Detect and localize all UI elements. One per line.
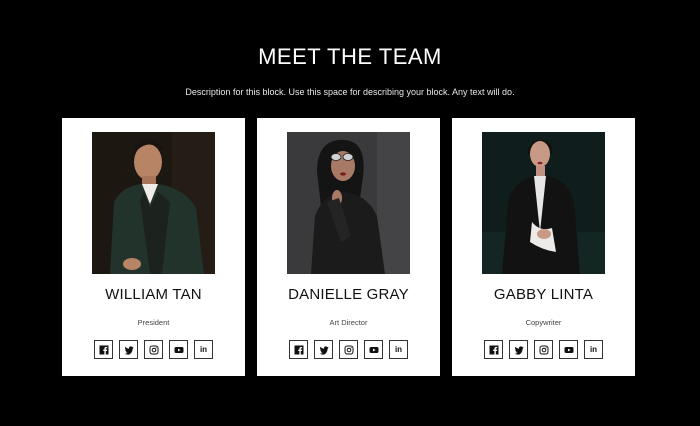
team-card-william: WILLIAM TAN President in (62, 118, 245, 376)
facebook-link[interactable] (289, 340, 308, 359)
member-photo (287, 132, 410, 274)
instagram-link[interactable] (339, 340, 358, 359)
instagram-icon (344, 345, 353, 354)
linkedin-icon: in (394, 344, 403, 354)
linkedin-link[interactable]: in (389, 340, 408, 359)
instagram-link[interactable] (534, 340, 553, 359)
member-name: WILLIAM TAN (105, 286, 202, 303)
facebook-icon (489, 345, 498, 355)
social-links: in (452, 340, 635, 359)
facebook-icon (294, 345, 303, 355)
twitter-link[interactable] (119, 340, 138, 359)
team-card-danielle: DANIELLE GRAY Art Director in (257, 118, 440, 376)
member-photo (482, 132, 605, 274)
member-photo (92, 132, 215, 274)
linkedin-icon: in (589, 344, 598, 354)
member-role: Art Director (329, 318, 368, 327)
team-section: MEET THE TEAM Description for this block… (0, 0, 700, 426)
twitter-link[interactable] (509, 340, 528, 359)
section-description: Description for this block. Use this spa… (185, 87, 515, 97)
facebook-link[interactable] (94, 340, 113, 359)
youtube-link[interactable] (169, 340, 188, 359)
twitter-icon (319, 345, 329, 355)
instagram-icon (539, 345, 548, 354)
instagram-icon (149, 345, 158, 354)
social-links: in (62, 340, 245, 359)
member-role: President (137, 318, 170, 327)
team-card-gabby: GABBY LINTA Copywriter in (452, 118, 635, 376)
youtube-icon (174, 346, 183, 353)
youtube-icon (369, 346, 378, 353)
team-cards: WILLIAM TAN President in DANIELLE GRAY A… (62, 118, 635, 376)
twitter-icon (514, 345, 524, 355)
facebook-icon (99, 345, 108, 355)
youtube-link[interactable] (559, 340, 578, 359)
member-role: Copywriter (525, 318, 562, 327)
member-name: GABBY LINTA (493, 286, 594, 303)
youtube-link[interactable] (364, 340, 383, 359)
linkedin-link[interactable]: in (194, 340, 213, 359)
twitter-icon (124, 345, 134, 355)
youtube-icon (564, 346, 573, 353)
twitter-link[interactable] (314, 340, 333, 359)
section-title: MEET THE TEAM (258, 44, 442, 69)
linkedin-link[interactable]: in (584, 340, 603, 359)
linkedin-icon: in (199, 344, 208, 354)
member-name: DANIELLE GRAY (288, 286, 409, 303)
facebook-link[interactable] (484, 340, 503, 359)
instagram-link[interactable] (144, 340, 163, 359)
social-links: in (257, 340, 440, 359)
